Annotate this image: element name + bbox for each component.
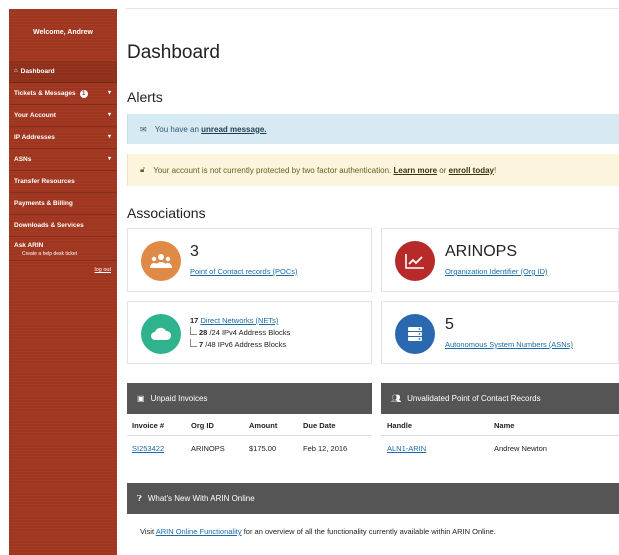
alert-warn-or: or: [439, 165, 447, 175]
associations-heading: Associations: [127, 205, 206, 221]
whats-new-suffix: for an overview of all the functionality…: [243, 527, 496, 536]
cloud-icon: [141, 314, 181, 354]
line-chart-icon: [395, 241, 435, 281]
due-date-col-header: Due Date: [303, 421, 336, 430]
poc-handle-link[interactable]: ALN1-ARIN: [387, 444, 426, 453]
tree-connector: [190, 327, 197, 335]
page-title: Dashboard: [127, 42, 220, 63]
caret-down-icon: ▾: [107, 90, 111, 96]
welcome-text: Welcome, Andrew: [33, 29, 93, 36]
unvalidated-pocs-header: 👥︎ Unvalidated Point of Contact Records: [381, 383, 619, 414]
poc-records-link[interactable]: Point of Contact records (POCs): [190, 267, 298, 276]
poc-count: 3: [190, 243, 199, 260]
sidebar-item-label: Downloads & Services: [14, 222, 84, 229]
ask-arin-title: Ask ARIN: [14, 242, 44, 249]
sidebar-item-ip-addresses[interactable]: IP Addresses ▾: [9, 127, 117, 149]
table-divider: [127, 435, 372, 436]
sidebar-item-label: Tickets & Messages: [14, 90, 76, 97]
amount-col-header: Amount: [249, 421, 278, 430]
sidebar-item-label: Your Account: [14, 112, 56, 119]
alert-info-text: You have an: [154, 124, 199, 134]
sidebar-item-tickets[interactable]: Tickets & Messages 1 ▾: [9, 83, 117, 105]
sidebar-item-label: Transfer Resources: [14, 178, 75, 185]
sidebar-item-ask-arin[interactable]: Ask ARIN Create a help desk ticket: [9, 237, 117, 261]
whats-new-prefix: Visit: [140, 527, 155, 536]
nets-count: 17: [190, 316, 199, 325]
invoice-due-date: Feb 12, 2016: [303, 444, 348, 453]
sidebar-item-downloads-services[interactable]: Downloads & Services: [9, 215, 117, 237]
caret-down-icon: ▾: [107, 112, 111, 118]
caret-down-icon: ▾: [107, 134, 111, 140]
enroll-today-link[interactable]: enroll today: [449, 166, 494, 175]
unread-message-link[interactable]: unread message.: [201, 125, 266, 134]
invoice-amount: $175.00: [249, 444, 277, 453]
sidebar-item-label: Payments & Billing: [14, 200, 73, 207]
sidebar: Welcome, Andrew ⌂ Dashboard Tickets & Me…: [9, 9, 117, 555]
tree-connector: [190, 339, 197, 347]
nets-summary: 17 Direct Networks (NETs) 28 /24 IPv4 Ad…: [190, 315, 290, 351]
poc-card: 3 Point of Contact records (POCs): [127, 228, 372, 292]
alerts-heading: Alerts: [127, 89, 163, 105]
table-divider: [381, 435, 619, 436]
asn-link[interactable]: Autonomous System Numbers (ASNs): [445, 340, 573, 349]
sidebar-item-label: Dashboard: [20, 68, 55, 75]
whats-new-header: ❓︎ What's New With ARIN Online: [127, 483, 619, 514]
name-col-header: Name: [494, 421, 515, 430]
unread-message-alert: ✉ You have an unread message.: [127, 114, 619, 144]
home-icon: ⌂: [14, 68, 18, 74]
invoice-number-link[interactable]: SI253422: [132, 444, 164, 453]
unread-count-badge: 1: [79, 89, 88, 98]
people-icon: [141, 241, 181, 281]
nets-card: 17 Direct Networks (NETs) 28 /24 IPv4 Ad…: [127, 301, 372, 364]
sidebar-item-payments-billing[interactable]: Payments & Billing: [9, 193, 117, 215]
unpaid-invoices-title: Unpaid Invoices: [150, 394, 208, 403]
server-icon: [395, 314, 435, 354]
ask-arin-subtitle: Create a help desk ticket: [22, 251, 78, 257]
top-divider: [126, 8, 619, 9]
org-card: ARINOPS Organization Identifier (Org ID): [381, 228, 619, 292]
whats-new-body: Visit ARIN Online Functionality for an o…: [140, 527, 496, 536]
ipv6-count: 7: [199, 340, 204, 349]
ipv6-blocks-text: /48 IPv6 Address Blocks: [205, 340, 287, 349]
alert-warn-text: Your account is not currently protected …: [153, 165, 392, 175]
logout-link[interactable]: log out: [9, 261, 117, 273]
invoice-org-id: ARINOPS: [191, 444, 225, 453]
envelope-icon: ✉: [140, 124, 147, 134]
arin-online-functionality-link[interactable]: ARIN Online Functionality: [156, 527, 242, 536]
question-circle-icon: ❓︎: [137, 493, 142, 503]
alert-warn-suffix: !: [494, 165, 497, 175]
learn-more-link[interactable]: Learn more: [393, 166, 437, 175]
unvalidated-pocs-title: Unvalidated Point of Contact Records: [407, 394, 541, 403]
handle-col-header: Handle: [387, 421, 413, 430]
org-name: ARINOPS: [445, 243, 518, 260]
asn-count: 5: [445, 316, 454, 333]
invoice-col-header: Invoice #: [132, 421, 165, 430]
ipv4-blocks-text: /24 IPv4 Address Blocks: [209, 328, 291, 337]
orgid-col-header: Org ID: [191, 421, 214, 430]
sidebar-item-asns[interactable]: ASNs ▾: [9, 149, 117, 171]
sidebar-item-your-account[interactable]: Your Account ▾: [9, 105, 117, 127]
org-id-link[interactable]: Organization Identifier (Org ID): [445, 267, 548, 276]
unlock-icon: 🔓︎: [140, 165, 146, 174]
whats-new-title: What's New With ARIN Online: [147, 494, 255, 503]
direct-networks-link[interactable]: Direct Networks (NETs): [200, 316, 278, 325]
ipv4-count: 28: [199, 328, 208, 337]
sidebar-item-label: IP Addresses: [14, 134, 55, 141]
sidebar-item-transfer-resources[interactable]: Transfer Resources: [9, 171, 117, 193]
sidebar-item-dashboard[interactable]: ⌂ Dashboard: [9, 61, 117, 83]
money-icon: ▣: [137, 394, 145, 403]
sidebar-item-label: ASNs: [14, 156, 32, 163]
two-factor-alert: 🔓︎ Your account is not currently protect…: [127, 154, 619, 186]
poc-name: Andrew Newton: [494, 444, 547, 453]
asn-card: 5 Autonomous System Numbers (ASNs): [381, 301, 619, 364]
caret-down-icon: ▾: [107, 156, 111, 162]
unpaid-invoices-header: ▣ Unpaid Invoices: [127, 383, 372, 414]
users-icon: 👥︎: [391, 394, 402, 403]
